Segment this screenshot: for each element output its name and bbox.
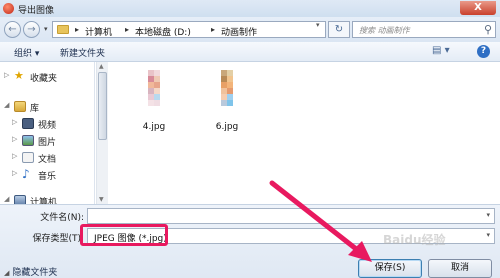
- address-dropdown-icon[interactable]: ▾: [316, 21, 320, 29]
- breadcrumb-computer[interactable]: 计算机: [85, 25, 112, 38]
- title-bar: 导出图像 X: [0, 0, 500, 17]
- filename-field[interactable]: ▾: [87, 208, 495, 224]
- filename-label: 文件名(N):: [40, 213, 84, 223]
- collapse-arrow-icon: ◢: [4, 269, 10, 277]
- file-item-4jpg[interactable]: 4.jpg: [124, 68, 184, 138]
- expand-arrow-icon[interactable]: ▷: [12, 135, 17, 143]
- scroll-up-icon[interactable]: ▲: [99, 63, 104, 70]
- save-button[interactable]: 保存(S): [358, 259, 422, 278]
- image-thumbnail: [136, 70, 172, 114]
- breadcrumb-separator-icon[interactable]: ▸: [211, 25, 215, 34]
- refresh-button[interactable]: ↻: [328, 21, 350, 38]
- cancel-button[interactable]: 取消: [428, 259, 492, 278]
- expand-arrow-icon[interactable]: ▷: [4, 71, 9, 79]
- organize-menu[interactable]: 组织 ▾: [14, 46, 39, 59]
- library-icon: [14, 101, 26, 112]
- computer-icon: [14, 195, 26, 204]
- new-folder-button[interactable]: 新建文件夹: [60, 46, 105, 59]
- sidebar-item-label: 计算机: [30, 198, 58, 204]
- search-icon[interactable]: ⚲: [484, 23, 492, 36]
- file-type-label: 保存类型(T):: [32, 234, 84, 244]
- breadcrumb-separator-icon[interactable]: ▸: [125, 25, 129, 34]
- folder-icon: [57, 25, 69, 34]
- image-thumbnail: [209, 70, 245, 114]
- documents-icon: [22, 152, 34, 163]
- breadcrumb-separator-icon[interactable]: ▸: [75, 25, 79, 34]
- forward-button[interactable]: →: [23, 21, 40, 38]
- expand-arrow-icon[interactable]: ▷: [12, 118, 17, 126]
- chevron-down-icon[interactable]: ▾: [486, 231, 490, 239]
- sidebar-item-label: 图片: [38, 138, 57, 148]
- pictures-icon: [22, 135, 34, 146]
- breadcrumb-disk-d[interactable]: 本地磁盘 (D:): [135, 25, 191, 38]
- scrollbar-thumb[interactable]: [98, 72, 107, 140]
- recent-pages-dropdown-icon[interactable]: ▾: [44, 25, 48, 33]
- address-bar[interactable]: ▸ 计算机 ▸ 本地磁盘 (D:) ▸ 动画制作: [52, 21, 326, 38]
- view-options-icon[interactable]: ▤ ▾: [432, 45, 450, 56]
- hide-folders-toggle[interactable]: ◢ 隐藏文件夹: [4, 265, 57, 278]
- video-icon: [22, 118, 34, 129]
- hide-folders-label: 隐藏文件夹: [12, 268, 58, 278]
- sidebar-scrollbar[interactable]: ▲ ▼: [96, 62, 108, 204]
- sidebar-item-label: 音乐: [38, 172, 57, 182]
- file-name: 4.jpg: [142, 122, 166, 132]
- scroll-down-icon[interactable]: ▼: [99, 196, 104, 203]
- chevron-down-icon[interactable]: ▾: [486, 211, 490, 219]
- navigation-pane: ▷ ★ 收藏夹 ◢ 库 ▷ 视频 ▷ 图片 ▷ 文档 ▷ ♪ 音乐 ◢ 计算机: [0, 62, 95, 204]
- collapse-arrow-icon[interactable]: ◢: [4, 101, 9, 109]
- app-icon: [3, 3, 14, 14]
- close-button[interactable]: X: [460, 1, 496, 15]
- search-placeholder: 搜索 动画制作: [359, 26, 410, 35]
- toolbar: 组织 ▾ 新建文件夹 ▤ ▾ ?: [0, 42, 500, 62]
- window-title: 导出图像: [18, 6, 55, 16]
- back-button[interactable]: ←: [4, 21, 21, 38]
- address-row: ← → ▾ ▸ 计算机 ▸ 本地磁盘 (D:) ▸ 动画制作 ▾ ↻ 搜索 动画…: [0, 17, 500, 42]
- search-input[interactable]: 搜索 动画制作 ⚲: [352, 21, 496, 38]
- expand-arrow-icon[interactable]: ▷: [12, 152, 17, 160]
- expand-arrow-icon[interactable]: ▷: [12, 169, 17, 177]
- music-icon: ♪: [22, 167, 30, 181]
- help-icon[interactable]: ?: [477, 45, 490, 58]
- sidebar-item-label: 收藏夹: [30, 74, 58, 84]
- collapse-arrow-icon[interactable]: ◢: [4, 195, 9, 203]
- star-icon: ★: [14, 69, 24, 82]
- file-name: 6.jpg: [215, 122, 239, 132]
- file-list: 4.jpg 6.jpg: [109, 62, 500, 204]
- file-item-6jpg[interactable]: 6.jpg: [197, 68, 257, 138]
- watermark: Baidu经验: [383, 233, 446, 247]
- highlight-box: [80, 224, 168, 246]
- sidebar-item-label: 库: [30, 104, 40, 114]
- breadcrumb-animation-folder[interactable]: 动画制作: [221, 25, 257, 38]
- sidebar-item-label: 文档: [38, 155, 57, 165]
- sidebar-item-label: 视频: [38, 121, 57, 131]
